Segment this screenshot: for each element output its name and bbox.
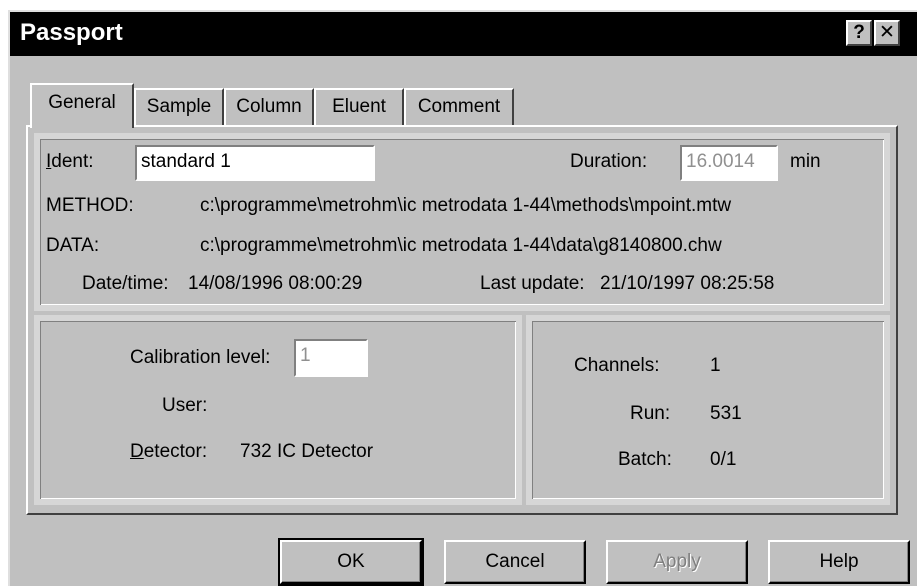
method-label: METHOD:: [46, 195, 134, 216]
calibration-level-field: 1: [294, 339, 368, 377]
ok-button[interactable]: OK: [278, 538, 424, 586]
window-title: Passport: [20, 19, 123, 46]
duration-label: Duration:: [570, 151, 648, 172]
calibration-level-label: Calibration level:: [130, 347, 271, 368]
calibration-group: Calibration level: 1 User: Detector: 732…: [34, 315, 522, 505]
batch-label: Batch:: [618, 449, 672, 470]
data-label: DATA:: [46, 235, 100, 256]
run-value: 531: [710, 403, 742, 424]
batch-value: 0/1: [710, 449, 737, 470]
passport-dialog: Passport ? ✕ General Sample Column Eluen…: [8, 10, 917, 586]
ident-input[interactable]: standard 1: [135, 145, 375, 181]
cancel-button[interactable]: Cancel: [444, 540, 586, 584]
tab-sample[interactable]: Sample: [134, 88, 224, 126]
user-label: User:: [162, 395, 208, 416]
method-path: c:\programme\metrohm\ic metrodata 1-44\m…: [200, 195, 732, 216]
tab-panel-general: Ident: standard 1 Duration: 16.0014 min …: [26, 125, 898, 515]
run-info-group: Channels: 1 Run: 531 Batch: 0/1: [526, 315, 890, 505]
datetime-value: 14/08/1996 08:00:29: [188, 273, 363, 294]
datetime-label: Date/time:: [82, 273, 169, 294]
close-icon[interactable]: ✕: [874, 20, 900, 46]
help-icon[interactable]: ?: [846, 20, 872, 46]
ident-label: Ident:: [46, 151, 94, 172]
last-update-value: 21/10/1997 08:25:58: [600, 273, 775, 294]
channels-value: 1: [710, 355, 721, 376]
duration-unit: min: [790, 151, 821, 172]
tab-general[interactable]: General: [30, 83, 134, 128]
help-button[interactable]: Help: [768, 540, 910, 584]
data-path: c:\programme\metrohm\ic metrodata 1-44\d…: [200, 235, 722, 256]
general-info-group: Ident: standard 1 Duration: 16.0014 min …: [34, 133, 890, 311]
tab-eluent[interactable]: Eluent: [314, 88, 404, 126]
tab-comment[interactable]: Comment: [404, 88, 514, 126]
duration-field: 16.0014: [680, 145, 778, 181]
title-bar: Passport ? ✕: [10, 12, 917, 56]
last-update-label: Last update:: [480, 273, 585, 294]
run-label: Run:: [630, 403, 671, 424]
detector-label: Detector:: [130, 441, 208, 462]
tab-column[interactable]: Column: [224, 88, 314, 126]
apply-button[interactable]: Apply: [606, 540, 748, 584]
channels-label: Channels:: [574, 355, 660, 376]
detector-value: 732 IC Detector: [240, 441, 374, 462]
